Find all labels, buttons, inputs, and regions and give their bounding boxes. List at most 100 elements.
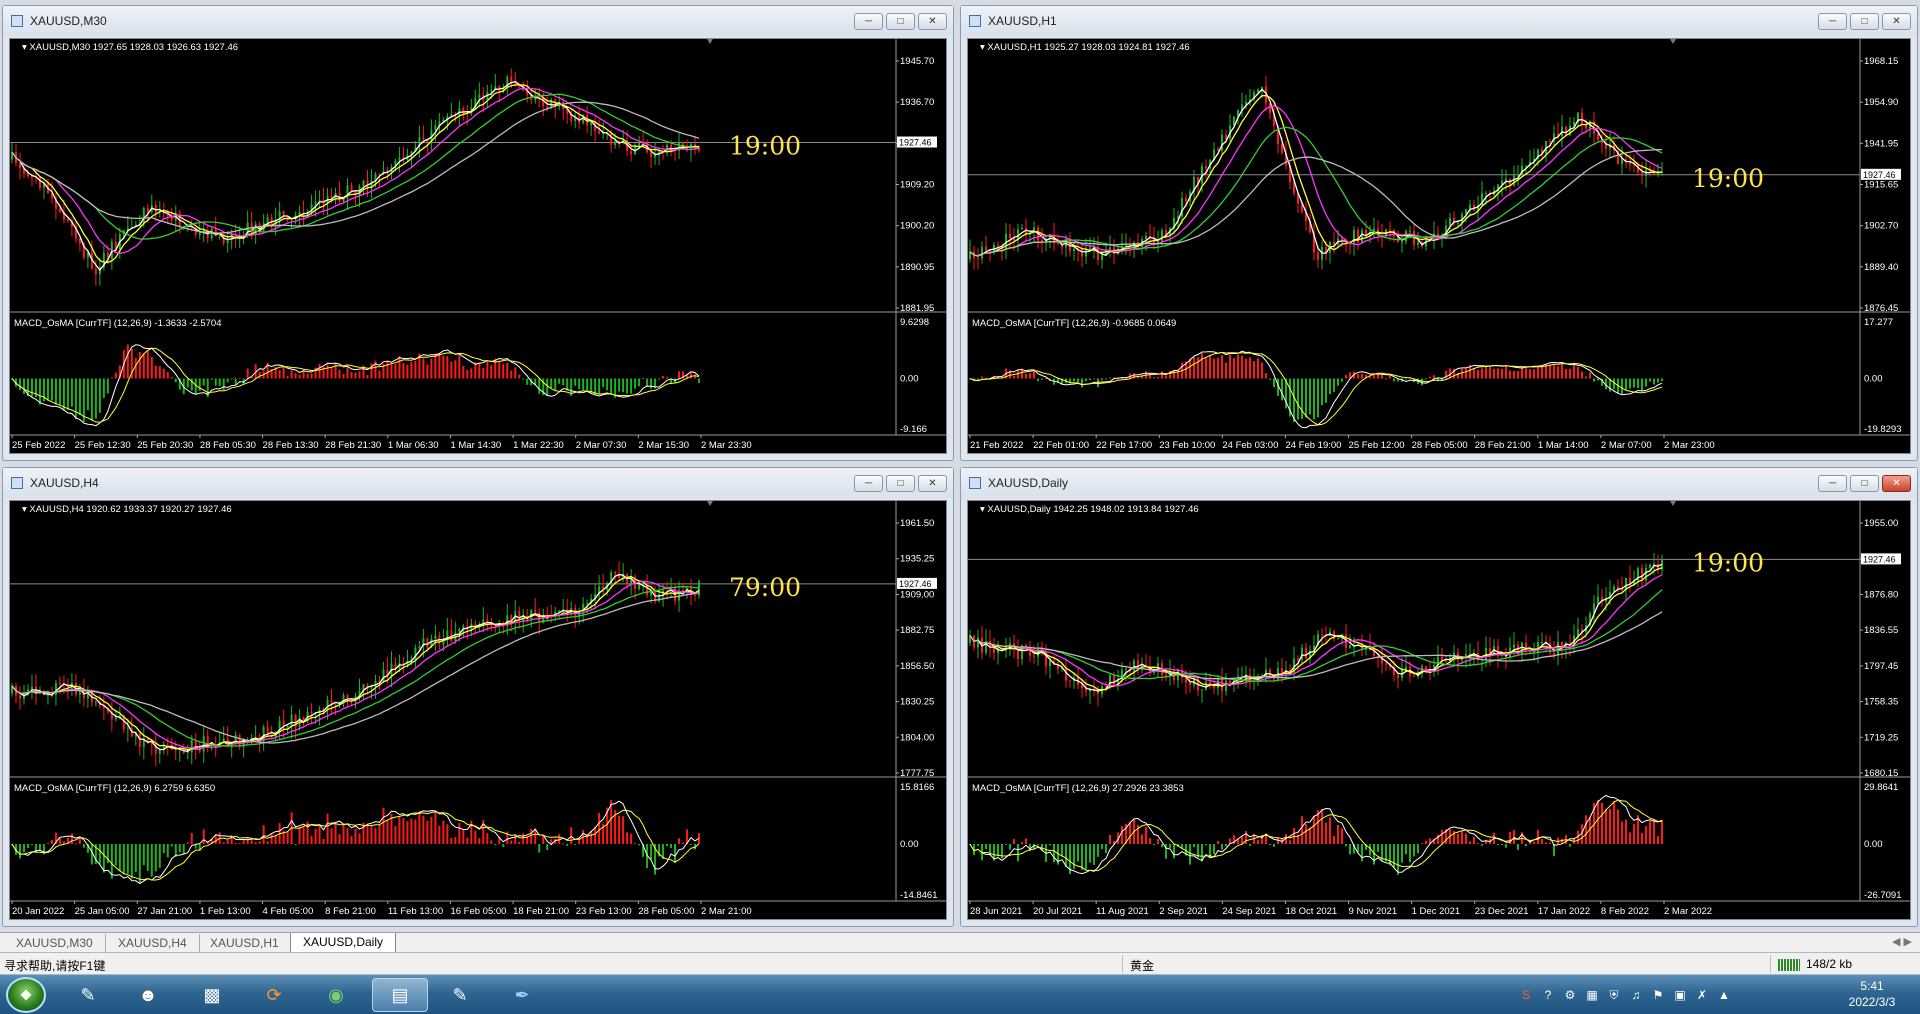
time-tick-label: 28 Feb 21:00 xyxy=(1475,440,1531,451)
chart-plot-area[interactable]: ▾ XAUUSD,M30 1927.65 1928.03 1926.63 192… xyxy=(9,38,947,454)
time-tick-label: 2 Mar 2022 xyxy=(1664,906,1712,917)
tab-xauusd-h4[interactable]: XAUUSD,H4 xyxy=(106,934,200,952)
chart-window-daily[interactable]: i XAUUSD,Daily ─ □ ✕ ▾ XAUUSD,Daily 1942… xyxy=(960,467,1918,927)
ma-white-line xyxy=(11,573,700,753)
time-tick-label: 2 Mar 07:00 xyxy=(1601,440,1652,451)
time-tick-label: 9 Nov 2021 xyxy=(1349,906,1398,917)
tab-xauusd-daily[interactable]: XAUUSD,Daily xyxy=(290,933,397,953)
chart-window-titlebar[interactable]: i XAUUSD,Daily ─ □ ✕ xyxy=(961,468,1917,498)
tray-tools-icon[interactable]: ⚙ xyxy=(1562,987,1578,1003)
taskbar-note-app-icon[interactable]: ✒ xyxy=(494,978,550,1012)
chart-plot-area[interactable]: ▾ XAUUSD,H4 1920.62 1933.37 1920.27 1927… xyxy=(9,500,947,920)
macd-tick-label: 0.00 xyxy=(900,374,919,385)
close-button[interactable]: ✕ xyxy=(1882,13,1911,30)
time-tick-label: 8 Feb 21:00 xyxy=(325,906,376,917)
ma-white-line xyxy=(969,88,1663,257)
chart-window-titlebar[interactable]: i XAUUSD,H1 ─ □ ✕ xyxy=(961,6,1917,36)
chart-plot-area[interactable]: ▾ XAUUSD,H1 1925.27 1928.03 1924.81 1927… xyxy=(967,38,1911,454)
tab-xauusd-m30[interactable]: XAUUSD,M30 xyxy=(4,934,106,952)
taskbar-contacts-icon[interactable]: ☻ xyxy=(120,978,176,1012)
chart-canvas[interactable]: ▾ XAUUSD,H4 1920.62 1933.37 1920.27 1927… xyxy=(10,501,946,919)
status-divider xyxy=(1770,955,1771,973)
tab-xauusd-h1[interactable]: XAUUSD,H1 xyxy=(198,934,292,952)
macd-tick-label: -14.8461 xyxy=(900,890,938,901)
macd-tick-label: 15.8166 xyxy=(900,782,934,793)
taskbar-trading-terminal-icon[interactable]: ▤ xyxy=(372,978,428,1012)
status-help-text: 寻求帮助,请按F1键 xyxy=(4,959,106,973)
current-price-label: 1927.46 xyxy=(1863,170,1896,180)
chart-window-title: XAUUSD,H1 xyxy=(988,14,1057,28)
time-tick-label: 17 Jan 2022 xyxy=(1538,906,1590,917)
taskbar-clock[interactable]: 5:41 2022/3/3 xyxy=(1842,978,1902,1010)
close-button[interactable]: ✕ xyxy=(918,475,947,492)
tray-help-icon[interactable]: ? xyxy=(1540,987,1556,1003)
time-tick-label: 25 Feb 12:00 xyxy=(1349,440,1405,451)
ma-gray-line xyxy=(11,592,700,744)
price-tick-label: 1889.40 xyxy=(1864,262,1898,273)
maximize-button[interactable]: □ xyxy=(886,13,915,30)
ma-white-line xyxy=(969,563,1663,692)
price-tick-label: 1797.45 xyxy=(1864,661,1898,672)
connection-bars-icon xyxy=(1778,959,1800,971)
candles-group xyxy=(969,552,1663,707)
macd-tick-label: 0.00 xyxy=(900,839,919,850)
minimize-button[interactable]: ─ xyxy=(854,475,883,492)
chart-window-titlebar[interactable]: i XAUUSD,M30 ─ □ ✕ xyxy=(3,6,953,36)
status-divider xyxy=(1122,955,1123,973)
tray-speaker-icon[interactable]: ♫ xyxy=(1628,987,1644,1003)
price-tick-label: 1941.95 xyxy=(1864,138,1898,149)
maximize-button[interactable]: □ xyxy=(886,475,915,492)
price-tick-label: 1881.95 xyxy=(900,303,934,314)
chart-window-h1[interactable]: i XAUUSD,H1 ─ □ ✕ ▾ XAUUSD,H1 1925.27 19… xyxy=(960,5,1918,461)
tab-scroll-arrows-icon[interactable]: ◀ ▶ xyxy=(1892,935,1912,948)
taskbar-desktop-icon[interactable]: ▩ xyxy=(184,978,240,1012)
chart-symbol-info: ▾ XAUUSD,H1 1925.27 1928.03 1924.81 1927… xyxy=(980,42,1190,53)
taskbar-notepad-icon[interactable]: ✎ xyxy=(432,978,488,1012)
close-button[interactable]: ✕ xyxy=(918,13,947,30)
maximize-button[interactable]: □ xyxy=(1850,475,1879,492)
macd-tick-label: 0.00 xyxy=(1864,374,1883,385)
tray-signal-icon[interactable]: ▲ xyxy=(1716,987,1732,1003)
time-tick-label: 2 Mar 15:30 xyxy=(638,440,689,451)
start-button-icon[interactable]: ❖ xyxy=(6,977,46,1013)
chart-plot-area[interactable]: ▾ XAUUSD,Daily 1942.25 1948.02 1913.84 1… xyxy=(967,500,1911,920)
price-tick-label: 1856.50 xyxy=(900,661,934,672)
minimize-button[interactable]: ─ xyxy=(1818,475,1847,492)
time-tick-label: 1 Mar 22:30 xyxy=(513,440,564,451)
ma-green-line xyxy=(969,126,1663,257)
tray-network-icon[interactable]: ▦ xyxy=(1584,987,1600,1003)
close-button[interactable]: ✕ xyxy=(1882,475,1911,492)
minimize-button[interactable]: ─ xyxy=(854,13,883,30)
chart-canvas[interactable]: ▾ XAUUSD,H1 1925.27 1928.03 1924.81 1927… xyxy=(968,39,1910,453)
time-tick-label: 25 Feb 20:30 xyxy=(137,440,193,451)
chart-canvas[interactable]: ▾ XAUUSD,M30 1927.65 1928.03 1926.63 192… xyxy=(10,39,946,453)
macd-tick-label: 9.6298 xyxy=(900,317,929,328)
price-tick-label: 1882.75 xyxy=(900,625,934,636)
maximize-button[interactable]: □ xyxy=(1850,13,1879,30)
minimize-button[interactable]: ─ xyxy=(1818,13,1847,30)
chart-symbol-info: ▾ XAUUSD,H4 1920.62 1933.37 1920.27 1927… xyxy=(22,504,232,515)
time-tick-label: 28 Feb 05:00 xyxy=(1412,440,1468,451)
chart-symbol-info: ▾ XAUUSD,Daily 1942.25 1948.02 1913.84 1… xyxy=(980,504,1199,515)
time-tick-label: 24 Feb 03:00 xyxy=(1222,440,1278,451)
chart-window-icon: i xyxy=(11,15,23,27)
taskbar-sync-app-icon[interactable]: ⟳ xyxy=(246,978,302,1012)
tray-monitor-icon[interactable]: ▣ xyxy=(1672,987,1688,1003)
price-tick-label: 1758.35 xyxy=(1864,697,1898,708)
tray-shield-icon[interactable]: ⛨ xyxy=(1606,987,1622,1003)
tray-sogou-icon[interactable]: S xyxy=(1518,987,1534,1003)
taskbar-paint-icon[interactable]: ✎ xyxy=(60,978,116,1012)
price-tick-label: 1945.70 xyxy=(900,56,934,67)
price-tick-label: 1836.55 xyxy=(1864,625,1898,636)
taskbar-wechat-icon[interactable]: ◉ xyxy=(308,978,364,1012)
chart-window-h4[interactable]: i XAUUSD,H4 ─ □ ✕ ▾ XAUUSD,H4 1920.62 19… xyxy=(2,467,954,927)
price-tick-label: 1876.80 xyxy=(1864,589,1898,600)
chart-window-m30[interactable]: i XAUUSD,M30 ─ □ ✕ ▾ XAUUSD,M30 1927.65 … xyxy=(2,5,954,461)
tray-mute-icon[interactable]: ✗ xyxy=(1694,987,1710,1003)
macd-main-line xyxy=(969,350,1663,429)
chart-window-titlebar[interactable]: i XAUUSD,H4 ─ □ ✕ xyxy=(3,468,953,498)
time-tick-label: 1 Feb 13:00 xyxy=(200,906,251,917)
chart-canvas[interactable]: ▾ XAUUSD,Daily 1942.25 1948.02 1913.84 1… xyxy=(968,501,1910,919)
price-tick-label: 1909.20 xyxy=(900,180,934,191)
tray-flag-icon[interactable]: ⚑ xyxy=(1650,987,1666,1003)
